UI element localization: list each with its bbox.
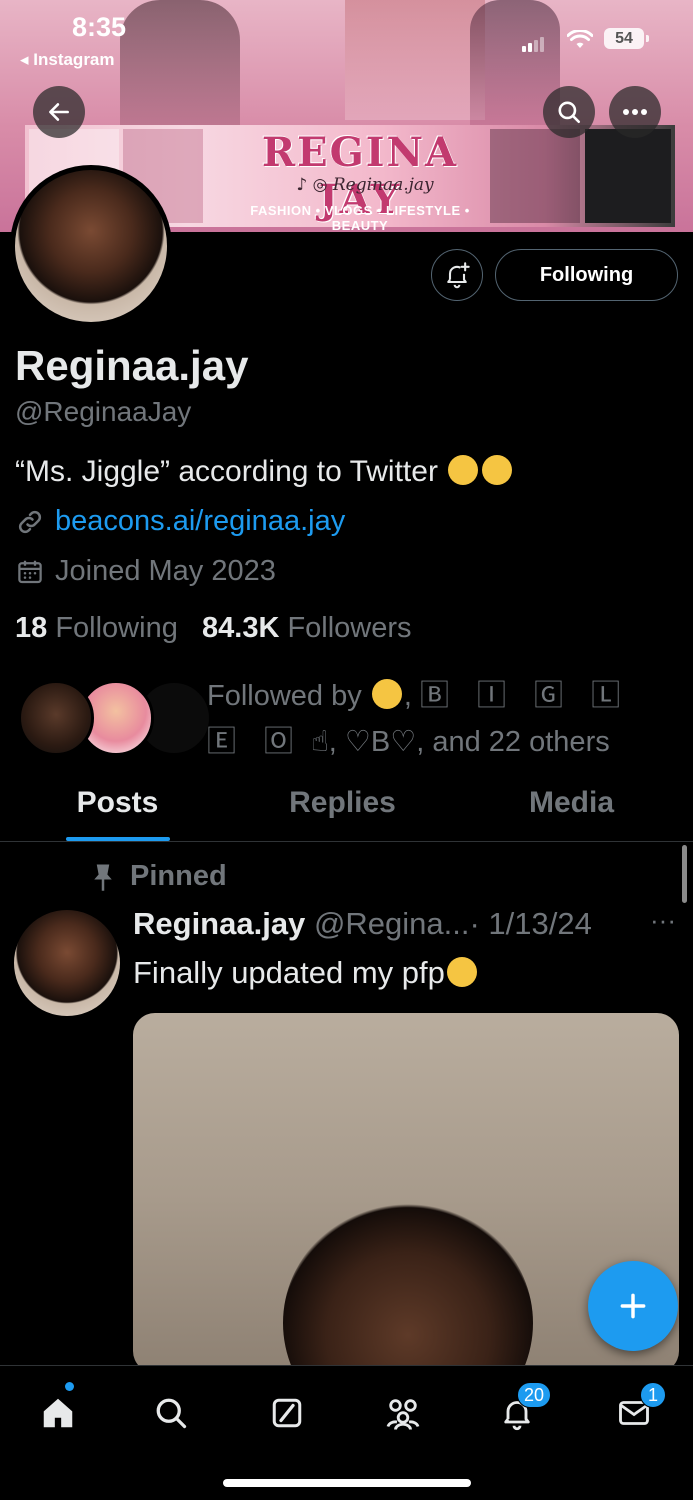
- nav-communities[interactable]: [378, 1388, 428, 1438]
- followers-label: Followers: [287, 612, 412, 644]
- back-button[interactable]: [33, 86, 85, 138]
- battery-indicator: 54: [604, 28, 649, 49]
- post-image-subject: [283, 1203, 533, 1373]
- following-stat[interactable]: 18 Following: [15, 612, 178, 644]
- banner-photo-left: [120, 0, 240, 130]
- home-indicator[interactable]: [223, 1479, 471, 1487]
- profile-link[interactable]: beacons.ai/reginaa.jay: [55, 505, 345, 538]
- followed-by-prefix: Followed by: [207, 680, 362, 712]
- collage-thumb: [490, 129, 580, 223]
- link-icon: [18, 510, 42, 533]
- home-icon: [43, 1398, 73, 1428]
- finger-emoji-icon: ☝: [311, 726, 329, 758]
- profile-link-row[interactable]: beacons.ai/reginaa.jay: [15, 505, 345, 538]
- post-text-content: Finally updated my pfp: [133, 955, 445, 990]
- banner-photo-middle: [345, 0, 485, 120]
- post-text: Finally updated my pfp: [133, 955, 479, 991]
- search-profile-button[interactable]: [543, 86, 595, 138]
- calendar-icon: [18, 560, 42, 583]
- nav-grok[interactable]: [262, 1388, 312, 1438]
- compose-post-button[interactable]: [588, 1261, 678, 1351]
- post-date: · 1/13/24: [469, 906, 592, 941]
- followed-by-suffix: , ♡B♡, and 22 others: [328, 726, 610, 758]
- scrollbar[interactable]: [682, 845, 687, 903]
- smiling-hearts-emoji-icon: [446, 957, 477, 987]
- crying-emoji-icon: [482, 455, 513, 485]
- notifications-badge: 20: [517, 1382, 552, 1408]
- post-author-handle[interactable]: @Regina...: [314, 906, 470, 941]
- avatar-image: [15, 170, 167, 322]
- following-button[interactable]: Following: [495, 249, 678, 301]
- collage-thumb: [585, 129, 671, 223]
- followed-by-avatars[interactable]: [18, 680, 212, 758]
- bell-plus-icon: [447, 262, 470, 289]
- banner-brand-social: ♪ ◎ Reginaa.jay: [296, 175, 434, 195]
- post-author-name[interactable]: Reginaa.jay: [133, 906, 305, 941]
- following-label: Following: [55, 612, 178, 644]
- following-count: 18: [15, 612, 48, 644]
- notifications-subscribe-button[interactable]: [431, 249, 483, 301]
- profile-tabs: Posts Replies Media: [0, 770, 693, 842]
- post-author-avatar[interactable]: [14, 910, 120, 1016]
- arrow-left-icon: [49, 103, 69, 121]
- followed-by-text[interactable]: Followed by , 🄱 🄸 🄶 🄻 🄴 🄾 ☝, ♡B♡, and 22…: [207, 673, 677, 765]
- wifi-icon: [567, 30, 593, 48]
- status-time: 8:35: [72, 12, 127, 42]
- follow-stats: 18 Following 84.3K Followers: [15, 612, 412, 645]
- pinned-label: Pinned: [130, 860, 227, 892]
- cellular-signal-icon: [522, 34, 546, 52]
- plus-icon: [620, 1293, 646, 1319]
- followers-count: 84.3K: [202, 612, 280, 644]
- communities-icon: [386, 1399, 420, 1430]
- post-header: Reginaa.jay @Regina...· 1/13/24: [133, 906, 592, 942]
- unamused-emoji-icon: [371, 679, 402, 709]
- pinned-indicator: Pinned: [90, 860, 227, 893]
- nav-home[interactable]: [33, 1388, 83, 1438]
- follower-avatar: [18, 680, 94, 756]
- tab-replies[interactable]: Replies: [235, 770, 450, 841]
- more-options-button[interactable]: [609, 86, 661, 138]
- home-unread-dot: [65, 1382, 74, 1391]
- joined-date: Joined May 2023: [55, 555, 276, 587]
- tab-media[interactable]: Media: [450, 770, 693, 841]
- more-horizontal-icon: [623, 109, 647, 115]
- profile-handle: @ReginaaJay: [15, 396, 192, 427]
- eye-roll-emoji-icon: [448, 455, 479, 485]
- banner-brand-tagline: FASHION • VLOGS • LIFESTYLE • BEAUTY: [250, 203, 470, 232]
- profile-avatar[interactable]: [10, 165, 172, 327]
- bio-text: “Ms. Jiggle” according to Twitter: [15, 455, 438, 488]
- search-icon: [558, 101, 581, 124]
- joined-date-row: Joined May 2023: [15, 555, 276, 588]
- grok-icon: [272, 1398, 302, 1428]
- profile-display-name: Reginaa.jay: [15, 342, 249, 389]
- post-more-button[interactable]: ···: [650, 905, 676, 936]
- pin-icon: [94, 864, 112, 891]
- tab-posts[interactable]: Posts: [0, 770, 235, 841]
- search-icon: [156, 1398, 187, 1429]
- back-to-instagram-link[interactable]: ◂ Instagram: [20, 50, 115, 70]
- followers-stat[interactable]: 84.3K Followers: [202, 612, 412, 644]
- nav-search[interactable]: [146, 1388, 196, 1438]
- messages-badge: 1: [640, 1382, 666, 1408]
- profile-bio: “Ms. Jiggle” according to Twitter: [15, 455, 514, 489]
